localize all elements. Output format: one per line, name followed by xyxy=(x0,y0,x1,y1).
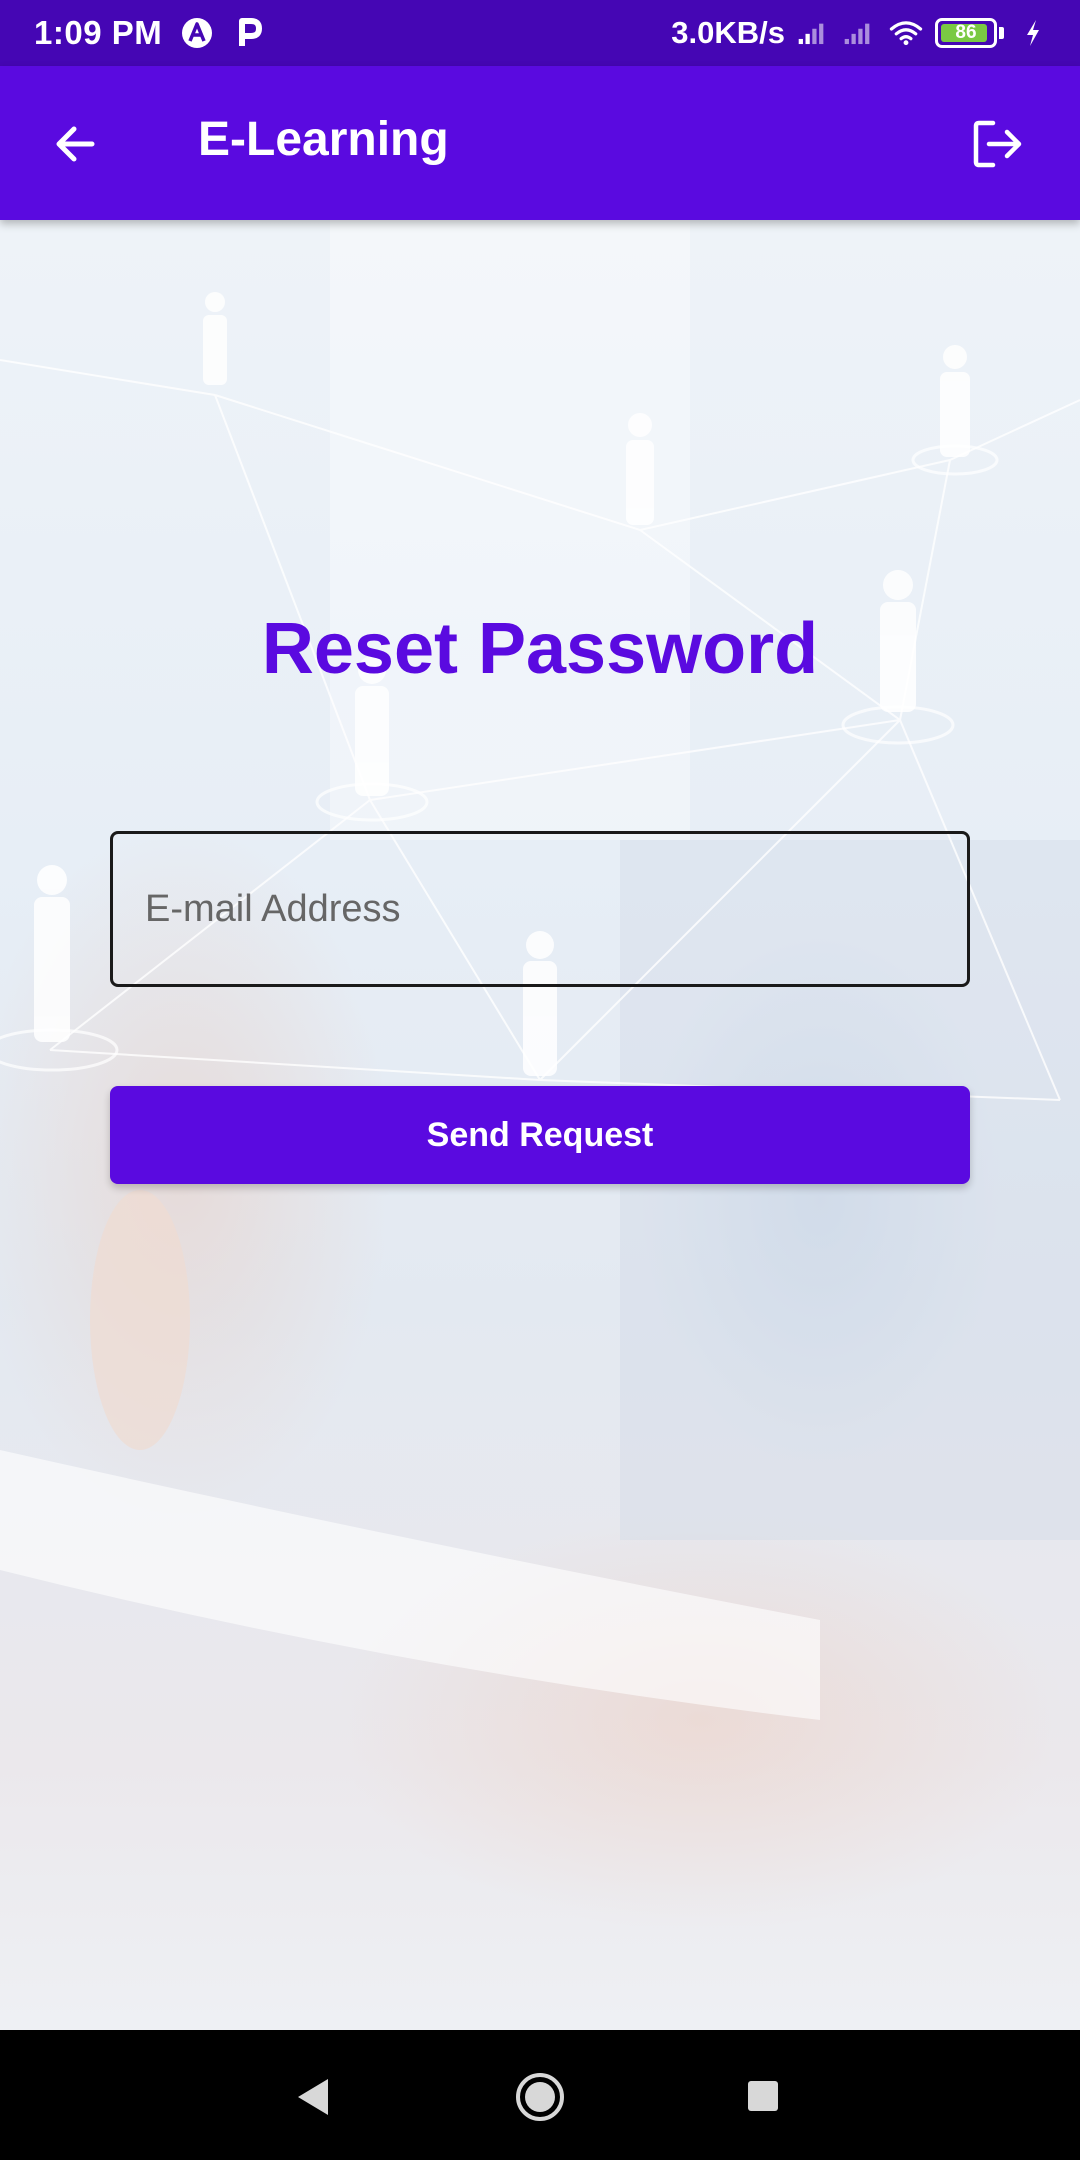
main-content: Reset Password Send Request xyxy=(0,220,1080,2030)
status-left: 1:09 PM xyxy=(34,14,266,52)
battery-tip xyxy=(999,27,1004,39)
system-nav-bar xyxy=(0,2030,1080,2160)
status-bar: 1:09 PM 3.0KB/s 86 xyxy=(0,0,1080,66)
status-time: 1:09 PM xyxy=(34,14,163,51)
app-bar: E-Learning xyxy=(0,66,1080,220)
network-speed: 3.0KB/s xyxy=(671,15,785,50)
status-right: 3.0KB/s 86 xyxy=(671,15,1050,51)
arrow-back-icon xyxy=(56,126,95,162)
signal-icon xyxy=(843,16,877,50)
logout-icon xyxy=(973,120,1022,168)
battery-level: 86 xyxy=(955,22,977,43)
nav-recents-icon[interactable] xyxy=(746,2079,780,2113)
page-title: Reset Password xyxy=(261,609,819,689)
email-field[interactable] xyxy=(110,831,970,987)
nav-home-icon[interactable] xyxy=(514,2071,566,2123)
logout-button[interactable] xyxy=(968,114,1028,174)
parking-p-icon xyxy=(232,16,266,50)
charging-icon xyxy=(1016,16,1050,50)
back-button[interactable] xyxy=(46,116,106,172)
app-title: E-Learning xyxy=(198,113,449,166)
wifi-icon xyxy=(889,16,923,50)
nav-back-icon[interactable] xyxy=(292,2075,332,2119)
app-a-icon xyxy=(180,16,214,50)
battery-icon: 86 xyxy=(935,18,997,48)
send-request-button[interactable]: Send Request xyxy=(110,1086,970,1184)
signal-icon xyxy=(797,16,831,50)
